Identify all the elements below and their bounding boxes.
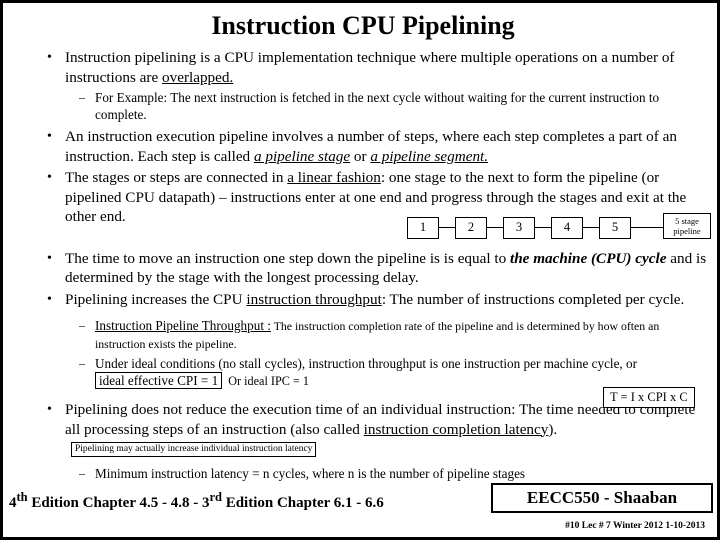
sub-bullet-marker: – [79, 318, 85, 332]
bullet-2-emphasis-1: a pipeline stage [253, 147, 351, 165]
bullet-2-mid: or [350, 147, 371, 165]
slide-footnote: #10 Lec # 7 Winter 2012 1-10-2013 [565, 521, 705, 531]
bullet-4-emphasis: the machine (CPU) cycle [510, 249, 667, 267]
bullet-5-text-1: Pipelining increases the CPU [65, 290, 247, 308]
sub-bullet-1: – For Example: The next instruction is f… [21, 89, 707, 123]
slide: Instruction CPU Pipelining • Instruction… [0, 0, 720, 540]
bullet-5: • Pipelining increases the CPU instructi… [21, 290, 707, 310]
bullet-1-emphasis: overlapped. [162, 68, 234, 86]
sub-bullet-marker: – [79, 90, 85, 104]
bullet-2: • An instruction execution pipeline invo… [21, 127, 707, 166]
bullet-4: • The time to move an instruction one st… [21, 249, 707, 288]
course-badge: EECC550 - Shaaban [491, 483, 714, 514]
bullet-marker: • [47, 129, 52, 144]
bullet-6-emphasis: instruction completion latency [363, 420, 549, 438]
sub-bullet-marker: – [79, 465, 85, 480]
ideal-cpi-box: ideal effective CPI = 1 [95, 372, 223, 389]
pipeline-connector [485, 227, 503, 228]
bullet-1-text: Instruction pipelining is a CPU implemen… [65, 49, 675, 86]
sub-bullet-3: – Under ideal conditions (no stall cycle… [21, 355, 707, 390]
bullet-marker: • [47, 402, 52, 417]
cpu-time-formula-box: T = I x CPI x C [603, 387, 695, 408]
bullet-6: • Pipelining does not reduce the executi… [21, 400, 707, 459]
bullet-6-text-2: ). [548, 420, 558, 438]
page-title: Instruction CPU Pipelining [211, 11, 515, 40]
bullet-marker: • [47, 170, 52, 185]
latency-note-box: Pipelining may actually increase individ… [71, 442, 317, 458]
sub-bullet-2: – Instruction Pipeline Throughput : The … [21, 317, 707, 353]
bullet-marker: • [47, 250, 52, 266]
sub-bullet-marker: – [79, 356, 85, 370]
footer-edition-4-suffix: th [16, 490, 28, 504]
footer: 4th Edition Chapter 4.5 - 4.8 - 3rd Edit… [9, 483, 715, 514]
slide-body: • Instruction pipelining is a CPU implem… [21, 48, 707, 482]
footer-dash: - [189, 495, 202, 511]
pipeline-connector [581, 227, 599, 228]
pipeline-label-line-2: pipeline [673, 226, 701, 236]
pipeline-stage-3: 3 [503, 217, 535, 239]
pipeline-label-line-1: 5 stage [675, 216, 699, 226]
sub-bullet-2-emphasis: Instruction Pipeline Throughput : [95, 318, 271, 333]
bullet-marker: • [47, 50, 52, 65]
pipeline-diagram: 1 2 3 4 5 5 stage pipeline [407, 213, 711, 243]
bullet-3-emphasis: a linear fashion [287, 169, 381, 186]
bullet-5-emphasis: instruction throughput [246, 290, 382, 308]
bullet-2-emphasis-2: a pipeline segment. [370, 147, 489, 165]
bullet-1: • Instruction pipelining is a CPU implem… [21, 48, 707, 87]
bullet-marker: • [47, 291, 52, 307]
bullet-3-text-1: The stages or steps are connected in [65, 169, 288, 186]
pipeline-connector [533, 227, 551, 228]
pipeline-connector [437, 227, 455, 228]
pipeline-stage-4: 4 [551, 217, 583, 239]
pipeline-label: 5 stage pipeline [663, 213, 711, 239]
footer-edition-4: 4 [9, 495, 17, 511]
footer-edition-3-suffix: rd [209, 490, 222, 504]
sub-bullet-1-text: For Example: The next instruction is fet… [95, 90, 660, 122]
sub-bullet-3-text: Under ideal conditions (no stall cycles)… [95, 356, 638, 371]
footer-chapter-reference: 4th Edition Chapter 4.5 - 4.8 - 3rd Edit… [9, 485, 384, 515]
bullet-5-text-2: : The number of instructions completed p… [381, 290, 685, 308]
sub-bullet-4: – Minimum instruction latency = n cycles… [21, 465, 707, 482]
footer-chapter-3: Edition Chapter 6.1 - 6.6 [221, 495, 384, 511]
pipeline-stage-1: 1 [407, 217, 439, 239]
pipeline-stage-5: 5 [599, 217, 631, 239]
sub-bullet-4-text: Minimum instruction latency = n cycles, … [95, 465, 526, 481]
or-ideal-ipc-text: Or ideal IPC = 1 [228, 374, 309, 388]
course-badge-label: EECC550 - Shaaban [526, 488, 678, 507]
bullet-4-text-1: The time to move an instruction one step… [65, 249, 510, 267]
pipeline-connector [629, 227, 663, 228]
pipeline-stage-2: 2 [455, 217, 487, 239]
footer-chapter-4: Edition Chapter 4.5 - 4.8 [27, 495, 190, 511]
